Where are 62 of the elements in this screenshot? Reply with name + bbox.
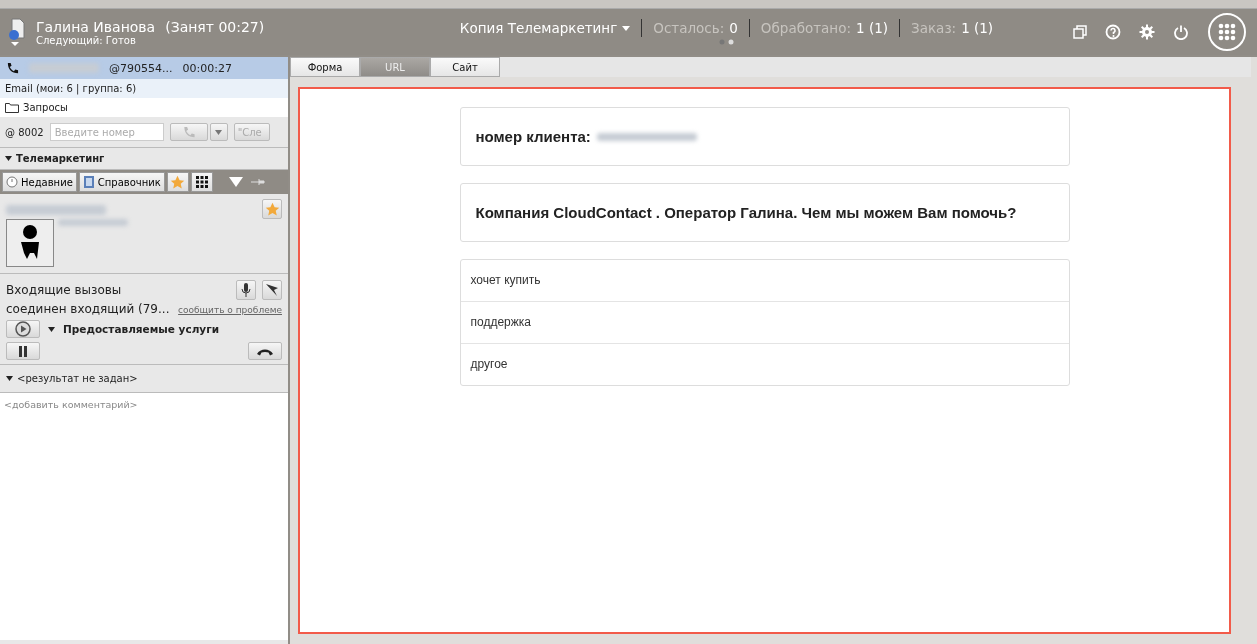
book-icon xyxy=(82,175,95,189)
folder-icon xyxy=(5,102,19,113)
client-label: номер клиента: xyxy=(475,128,591,145)
option-item[interactable]: другое xyxy=(460,343,1069,385)
hangup-button[interactable] xyxy=(248,342,282,360)
pin-icon[interactable] xyxy=(250,178,265,186)
power-icon[interactable] xyxy=(1173,24,1189,40)
grid-button[interactable] xyxy=(190,172,213,192)
greeting-text: Компания CloudContact . Оператор Галина. Чем мы можем Вам помочь? xyxy=(475,204,1017,221)
counter-label: Осталось: xyxy=(653,20,725,36)
agent-icon[interactable] xyxy=(8,18,26,46)
flag-button[interactable] xyxy=(262,280,282,300)
pause-button[interactable] xyxy=(6,342,40,360)
section-header[interactable]: Телемаркетинг xyxy=(16,153,105,164)
content-tab[interactable]: Сайт xyxy=(430,57,500,77)
grid-icon xyxy=(195,176,208,188)
clock-icon xyxy=(6,176,18,188)
counter-value: 1 (1) xyxy=(856,20,889,36)
star-icon xyxy=(264,201,280,217)
agent-name: Галина Иванова xyxy=(36,18,156,35)
email-counter[interactable]: Email (мои: 6 | группа: 6) xyxy=(0,79,288,98)
content-tab[interactable]: Форма xyxy=(290,57,360,77)
play-button[interactable] xyxy=(6,320,40,338)
windows-icon[interactable] xyxy=(1073,25,1087,39)
option-item[interactable]: поддержка xyxy=(460,301,1069,343)
settings-icon[interactable] xyxy=(1139,24,1155,40)
phone-icon xyxy=(6,61,19,75)
collapse-icon[interactable] xyxy=(228,177,243,187)
call-timer: 00:00:27 xyxy=(182,61,232,75)
counter-label: Заказ: xyxy=(911,20,957,36)
call-address: @790554... xyxy=(109,61,173,75)
incoming-title: Входящие вызовы xyxy=(6,283,122,297)
sidebar-tab[interactable]: Справочник xyxy=(78,172,165,192)
option-item[interactable]: хочет купить xyxy=(460,260,1069,301)
counter-value: 1 (1) xyxy=(961,20,994,36)
play-icon xyxy=(15,321,31,337)
dialpad-icon[interactable] xyxy=(1207,12,1247,52)
star-icon xyxy=(170,174,186,190)
caret-button[interactable] xyxy=(209,123,228,141)
sidebar-tab[interactable]: Недавние xyxy=(2,172,77,192)
folder-label[interactable]: Запросы xyxy=(23,102,68,113)
counter-value: 0 xyxy=(729,20,738,36)
extension-label: @ 8002 xyxy=(5,126,44,138)
caret-icon xyxy=(215,129,223,135)
help-icon[interactable] xyxy=(1105,24,1121,40)
result-dropdown[interactable]: <результат не задан> xyxy=(17,373,138,384)
mic-button[interactable] xyxy=(236,280,256,300)
microphone-icon xyxy=(241,283,251,297)
agent-status: (Занят 00:27) xyxy=(165,18,265,35)
comment-field[interactable]: <добавить комментарий> xyxy=(0,393,288,640)
counter-label: Обработано: xyxy=(760,20,851,36)
report-problem-link[interactable]: сообщить о проблеме xyxy=(178,305,282,315)
phone-icon xyxy=(181,125,196,139)
caret-icon[interactable] xyxy=(6,376,13,381)
caret-icon[interactable] xyxy=(5,156,12,161)
call-status: соединен входящий (79... xyxy=(6,302,170,316)
pause-icon xyxy=(18,345,28,357)
page-dots-icon xyxy=(718,39,735,45)
caret-icon[interactable] xyxy=(48,326,55,332)
services-toggle[interactable]: Предоставляемые услуги xyxy=(63,323,219,335)
redaction-blur xyxy=(58,219,128,226)
number-input[interactable]: Введите номер xyxy=(49,123,164,141)
